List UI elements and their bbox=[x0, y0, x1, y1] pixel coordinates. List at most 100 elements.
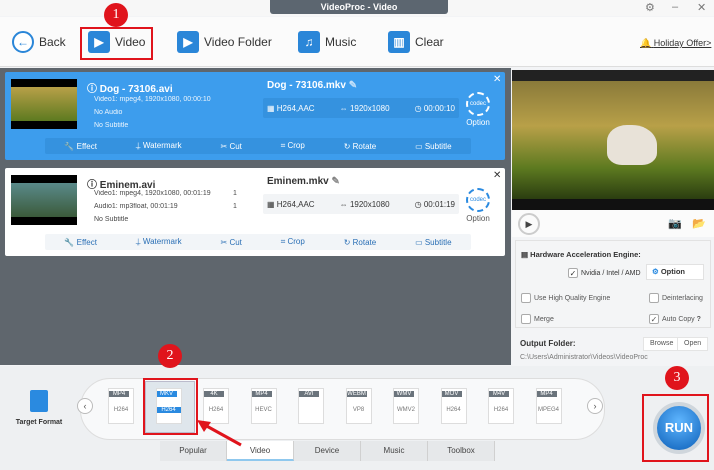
remove-file-icon[interactable]: ✕ bbox=[493, 170, 501, 181]
edit-icon[interactable]: ✎ bbox=[331, 176, 339, 187]
merge-checkbox[interactable]: Merge bbox=[521, 314, 554, 324]
format-wmv-wmv2[interactable]: WMV WMV2 bbox=[393, 388, 419, 424]
back-arrow-icon: ← bbox=[12, 31, 34, 53]
deinterlacing-checkbox[interactable]: Deinterlacing bbox=[649, 293, 703, 303]
duration-info: ◷ 00:01:19 bbox=[414, 199, 455, 209]
watermark-button[interactable]: ⍊ Watermark bbox=[136, 237, 182, 247]
open-folder-icon[interactable]: 📂 bbox=[692, 217, 706, 230]
annotation-badge-2: 2 bbox=[158, 344, 182, 368]
tab-music[interactable]: Music bbox=[361, 441, 428, 461]
codec-info: ▦ H264,AAC bbox=[267, 199, 315, 209]
video-folder-label: Video Folder bbox=[204, 35, 272, 49]
subtitle-info[interactable]: No Subtitle bbox=[94, 122, 128, 129]
annotation-box-3 bbox=[642, 394, 709, 462]
auto-copy-checkbox[interactable]: ✓ Auto Copy ? bbox=[649, 314, 701, 324]
audio-track-info[interactable]: Audio1: mp3float, 00:01:19 bbox=[94, 203, 178, 210]
format-tag: 4K bbox=[204, 391, 224, 397]
format-tag: WMV bbox=[394, 391, 414, 397]
annotation-badge-3: 3 bbox=[665, 366, 689, 390]
watermark-button[interactable]: ⍊ Watermark bbox=[136, 141, 182, 151]
clear-label: Clear bbox=[415, 35, 444, 49]
format-avi-x[interactable]: AVI bbox=[298, 388, 324, 424]
format-codec: WMV2 bbox=[397, 407, 415, 413]
hw-option-button[interactable]: ⚙ Option bbox=[646, 264, 704, 280]
remove-file-icon[interactable]: ✕ bbox=[493, 74, 501, 85]
format-mp4-h264[interactable]: MP4 H264 bbox=[108, 388, 134, 424]
snapshot-camera-icon[interactable]: 📷 bbox=[668, 217, 682, 230]
duration-info: ◷ 00:00:10 bbox=[414, 103, 455, 113]
source-filename: ⓘ Eminem.avi bbox=[87, 180, 156, 191]
music-icon: ♫ bbox=[298, 31, 320, 53]
subtitle-button[interactable]: ▭ Subtitle bbox=[415, 238, 451, 247]
output-filename[interactable]: Dog - 73106.mkv ✎ bbox=[267, 80, 357, 91]
holiday-label: Holiday Offer> bbox=[653, 38, 712, 48]
file-item[interactable]: ⓘ Eminem.avi Video1: mpeg4, 1920x1080, 0… bbox=[5, 168, 505, 256]
edit-actions: 🔧 Effect ⍊ Watermark ✂ Cut ⌗ Crop ↻ Rota… bbox=[45, 138, 471, 154]
add-music-button[interactable]: ♫ Music bbox=[298, 17, 356, 67]
scroll-left-button[interactable]: ‹ bbox=[77, 398, 93, 414]
format-codec: VP8 bbox=[352, 407, 365, 413]
subtitle-button[interactable]: ▭ Subtitle bbox=[415, 142, 451, 151]
video-track-info[interactable]: Video1: mpeg4, 1920x1080, 00:01:19 bbox=[94, 190, 211, 197]
effect-button[interactable]: 🔧 Effect bbox=[64, 142, 97, 151]
back-button[interactable]: ← Back bbox=[12, 17, 66, 67]
format-codec: H264 bbox=[208, 407, 224, 413]
video-thumbnail bbox=[11, 79, 77, 129]
output-info: ▦ H264,AAC ⇔ 1920x1080 ◷ 00:01:19 bbox=[263, 194, 459, 214]
format-tag: MP4 bbox=[109, 391, 129, 397]
add-video-folder-button[interactable]: ▶ Video Folder bbox=[177, 17, 272, 67]
annotation-badge-1: 1 bbox=[104, 3, 128, 27]
audio-track-info[interactable]: No Audio bbox=[94, 109, 122, 116]
file-item-selected[interactable]: ⓘ Dog - 73106.avi Video1: mpeg4, 1920x10… bbox=[5, 72, 505, 160]
video-preview bbox=[512, 70, 714, 210]
open-button[interactable]: Open bbox=[677, 337, 709, 351]
cut-button[interactable]: ✂ Cut bbox=[221, 142, 242, 151]
format-mp4-hevc[interactable]: MP4 HEVC bbox=[250, 388, 277, 424]
video-thumbnail bbox=[11, 175, 77, 225]
crop-button[interactable]: ⌗ Crop bbox=[281, 237, 305, 247]
minimize-button[interactable]: – bbox=[672, 1, 678, 13]
crop-button[interactable]: ⌗ Crop bbox=[281, 141, 305, 151]
format-codec: H264 bbox=[446, 407, 461, 413]
annotation-arrow-icon bbox=[197, 420, 242, 447]
help-icon[interactable]: ? bbox=[697, 316, 701, 323]
cut-button[interactable]: ✂ Cut bbox=[221, 238, 242, 247]
codec-option-button[interactable]: codec Option bbox=[463, 92, 493, 127]
audio-track-count: 1 bbox=[233, 203, 237, 210]
format-mov-h264[interactable]: MOV H264 bbox=[440, 388, 467, 424]
format-mp4-mpeg4[interactable]: MP4 MPEG4 bbox=[535, 388, 562, 424]
source-filename: ⓘ Dog - 73106.avi bbox=[87, 84, 173, 95]
high-quality-checkbox[interactable]: Use High Quality Engine bbox=[521, 293, 610, 303]
holiday-offer-link[interactable]: 🔔 Holiday Offer> bbox=[640, 38, 711, 49]
output-path[interactable]: C:\Users\Administrator\Videos\VideoProc bbox=[520, 354, 648, 361]
play-button[interactable]: ▶ bbox=[518, 213, 540, 235]
rotate-button[interactable]: ↻ Rotate bbox=[344, 238, 377, 247]
close-window-button[interactable]: ✕ bbox=[697, 1, 706, 14]
scroll-right-button[interactable]: › bbox=[587, 398, 603, 414]
edit-icon[interactable]: ✎ bbox=[349, 80, 357, 91]
video-track-count: 1 bbox=[233, 190, 237, 197]
subtitle-info[interactable]: No Subtitle bbox=[94, 216, 128, 223]
output-folder-label: Output Folder: bbox=[520, 339, 576, 348]
output-filename[interactable]: Eminem.mkv ✎ bbox=[267, 176, 340, 187]
format-tag: M4V bbox=[489, 391, 509, 397]
effect-button[interactable]: 🔧 Effect bbox=[64, 238, 97, 247]
output-info: ▦ H264,AAC ⇔ 1920x1080 ◷ 00:00:10 bbox=[263, 98, 459, 118]
nvidia-checkbox[interactable]: ✓ Nvidia / Intel / AMD bbox=[568, 268, 641, 278]
video-track-info[interactable]: Video1: mpeg4, 1920x1080, 00:00:10 bbox=[94, 96, 211, 103]
format-codec: H264 bbox=[113, 407, 129, 413]
codec-option-button[interactable]: codec Option bbox=[463, 188, 493, 223]
settings-icon[interactable]: ⚙ bbox=[645, 1, 655, 14]
rotate-button[interactable]: ↻ Rotate bbox=[344, 142, 377, 151]
format-m4v-h264[interactable]: M4V H264 bbox=[488, 388, 514, 424]
format-tag: AVI bbox=[299, 391, 319, 397]
format-webm-vp8[interactable]: WEBM VP8 bbox=[345, 388, 372, 424]
tab-toolbox[interactable]: Toolbox bbox=[428, 441, 495, 461]
preview-controls: ▶ 📷 📂 bbox=[512, 210, 714, 237]
format-tag: MOV bbox=[441, 391, 462, 397]
clear-button[interactable]: ▥ Clear bbox=[388, 17, 444, 67]
tab-device[interactable]: Device bbox=[294, 441, 361, 461]
browse-button[interactable]: Browse bbox=[643, 337, 681, 351]
format-tag: MP4 bbox=[251, 391, 272, 397]
hw-accel-title: ▤ Hardware Acceleration Engine: bbox=[521, 250, 641, 259]
